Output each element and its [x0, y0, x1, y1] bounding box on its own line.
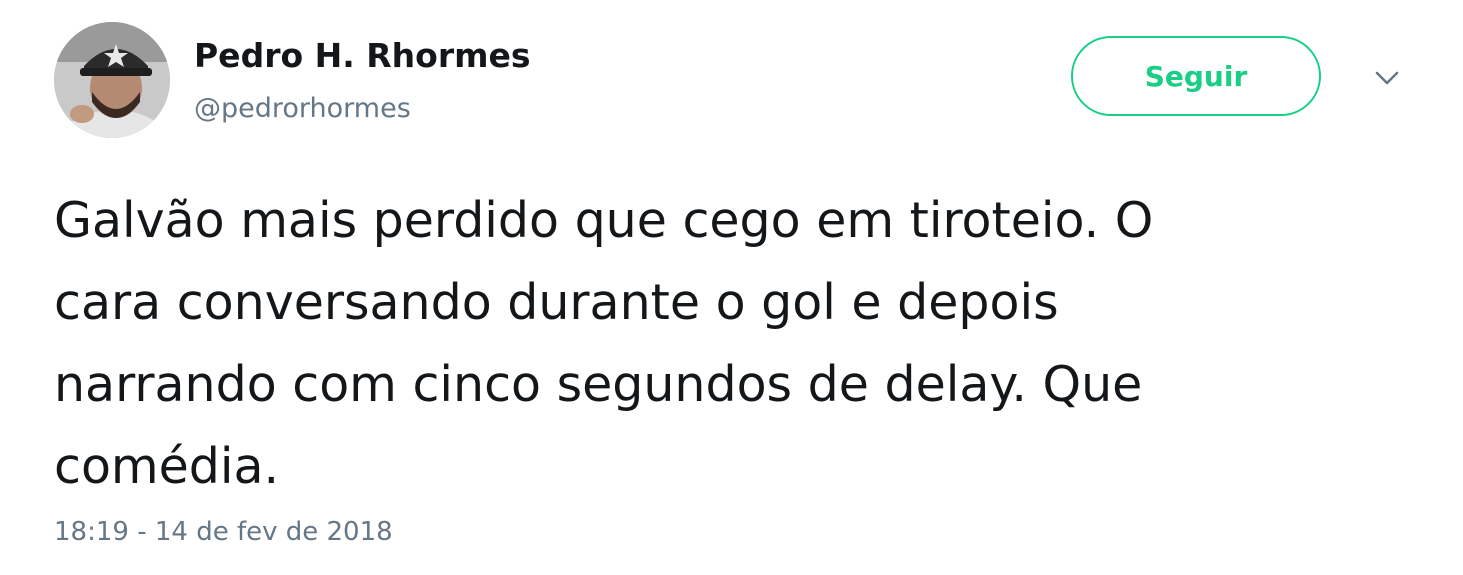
tweet-timestamp[interactable]: 18:19 - 14 de fev de 2018 — [54, 512, 393, 552]
avatar-image — [54, 22, 170, 138]
chevron-down-icon[interactable] — [1372, 66, 1402, 90]
author-handle[interactable]: @pedrorhormes — [194, 90, 411, 128]
avatar[interactable] — [54, 22, 170, 138]
tweet-text: Galvão mais perdido que cego em tiroteio… — [54, 192, 1154, 495]
tweet-card: Pedro H. Rhormes @pedrorhormes Seguir Ga… — [0, 0, 1463, 575]
follow-button[interactable]: Seguir — [1071, 36, 1321, 116]
author-display-name[interactable]: Pedro H. Rhormes — [194, 34, 531, 78]
